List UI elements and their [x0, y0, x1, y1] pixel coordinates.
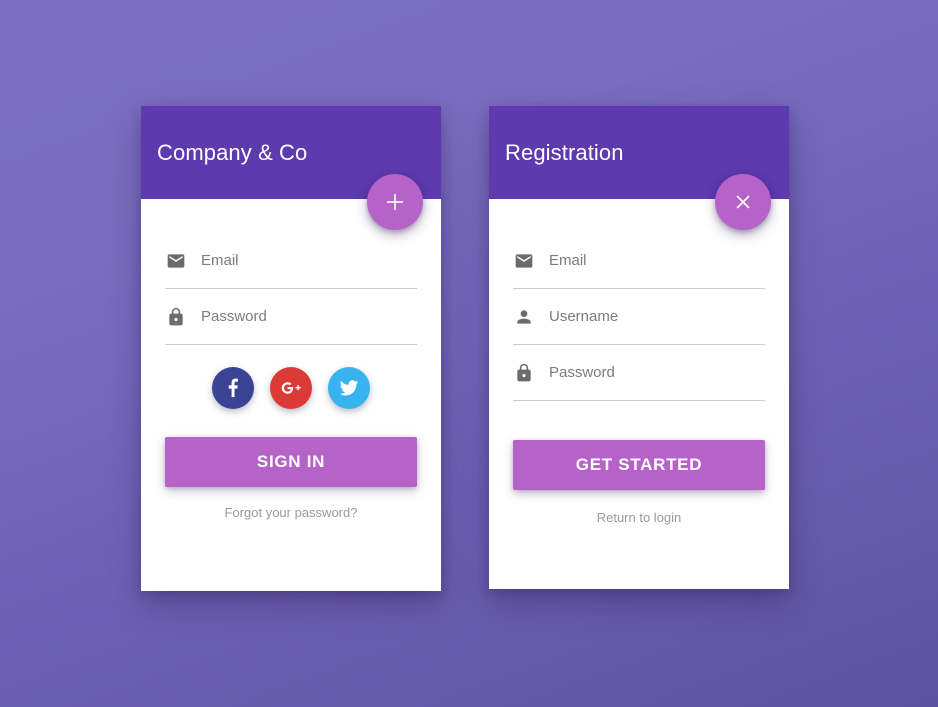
registration-card-header: Registration: [489, 106, 789, 230]
registration-submit-section: GET STARTED: [513, 440, 765, 490]
login-card-header: Company & Co: [141, 106, 441, 230]
facebook-icon: [223, 378, 243, 398]
email-input[interactable]: [201, 233, 417, 288]
app-background: Company & Co Email SIGN IN Forgot your p…: [0, 0, 938, 707]
envelope-icon: [165, 250, 187, 272]
google-plus-icon: [280, 377, 302, 399]
reg-password-field-row[interactable]: [513, 345, 765, 401]
login-submit-section: SIGN IN: [165, 437, 417, 487]
reg-username-input[interactable]: [549, 289, 765, 344]
reg-password-input[interactable]: [549, 345, 765, 400]
twitter-login-button[interactable]: [328, 367, 370, 409]
twitter-icon: [339, 378, 359, 398]
reg-email-input[interactable]: [549, 233, 765, 288]
facebook-login-button[interactable]: [212, 367, 254, 409]
social-button-row: [165, 345, 417, 413]
reg-email-field-row[interactable]: [513, 233, 765, 289]
return-to-login-link[interactable]: Return to login: [513, 510, 765, 525]
envelope-icon: [513, 250, 535, 272]
forgot-password-link[interactable]: Forgot your password?: [165, 505, 417, 520]
get-started-button[interactable]: GET STARTED: [513, 440, 765, 490]
lock-icon: [165, 306, 187, 328]
social-login-section: [165, 345, 417, 413]
person-icon: [513, 306, 535, 328]
google-plus-login-button[interactable]: [270, 367, 312, 409]
password-field-row[interactable]: [165, 289, 417, 345]
sign-in-button[interactable]: SIGN IN: [165, 437, 417, 487]
lock-icon: [513, 362, 535, 384]
registration-footer-section: Return to login: [513, 510, 765, 525]
password-input[interactable]: [201, 289, 417, 344]
registration-card: Registration Email Username GET STARTED …: [489, 106, 789, 589]
login-card: Company & Co Email SIGN IN Forgot your p…: [141, 106, 441, 591]
login-footer-section: Forgot your password?: [165, 505, 417, 520]
email-field-row[interactable]: [165, 233, 417, 289]
login-card-title: Company & Co: [157, 140, 308, 165]
login-card-body: SIGN IN Forgot your password?: [141, 199, 441, 520]
registration-card-title: Registration: [505, 140, 624, 165]
registration-card-body: GET STARTED Return to login: [489, 199, 789, 525]
reg-username-field-row[interactable]: [513, 289, 765, 345]
